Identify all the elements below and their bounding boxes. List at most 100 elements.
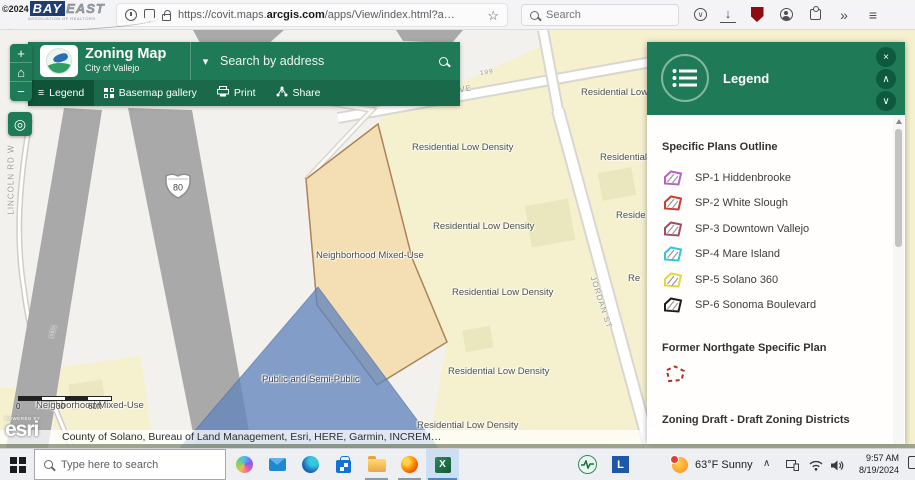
menu-icon[interactable]: ≡ [865,7,881,23]
more-tools-icon[interactable]: » [836,7,852,23]
zoom-controls: + ⌂ − [10,44,32,101]
legend-swatch-sp5 [662,271,684,289]
account-icon[interactable] [780,8,793,21]
pocket-icon[interactable]: ∨ [694,8,707,21]
bookmark-star-icon[interactable]: ☆ [487,9,499,22]
scale-tick: 60ft [88,402,101,411]
legend-close-button[interactable]: × [876,47,896,67]
map-attribution: County of Solano, Bureau of Land Managem… [0,430,660,444]
url-bar[interactable]: https://covit.maps.arcgis.com/apps/View/… [116,3,508,27]
legend-scrollbar[interactable] [893,115,904,444]
watermark-year: ©2024 [2,4,29,14]
taskbar-weather[interactable]: 63°F Sunny [672,449,753,480]
browser-search-input[interactable] [546,9,656,21]
toolbar-legend-button[interactable]: ≡ Legend [28,80,94,106]
app-subtitle: City of Vallejo [85,63,166,73]
toolbar-basemap-button[interactable]: Basemap gallery [94,80,207,106]
legend-panel: Legend × ∧ ∨ Specific Plans Outline SP-1… [647,42,905,444]
map-bottom-strip [0,444,915,448]
home-button[interactable]: ⌂ [10,63,32,82]
taskbar-search[interactable] [34,449,226,480]
legend-item: SP-4 Mare Island [662,242,887,268]
taskbar: L 63°F Sunny ∧ 9:57 AM 8/19/2024 1 [0,448,915,480]
zone-label: Residential [600,152,647,163]
downloads-icon[interactable]: ↓ [720,7,736,23]
legend-section-heading: Zoning Draft - Draft Zoning Districts [662,414,887,426]
svg-text:80: 80 [173,183,183,193]
address-search-button[interactable] [426,42,460,80]
url-text: https://covit.maps.arcgis.com/apps/View/… [178,9,480,21]
street-label-lincoln: LINCOLN RD W [7,144,16,214]
legend-swatch-sp2 [662,194,684,212]
tray-expand-icon[interactable]: ∧ [763,458,770,469]
system-tray: L 63°F Sunny ∧ 9:57 AM 8/19/2024 1 [560,449,915,480]
legend-section-heading: Former Northgate Specific Plan [662,342,887,354]
zone-label: Residential Low Density [433,221,534,232]
weather-sun-icon [672,457,688,473]
legend-swatch-sp4 [662,245,684,263]
legend-item: SP-5 Solano 360 [662,267,887,293]
legend-swatch-northgate [662,363,688,385]
toolbar-share-button[interactable]: Share [266,80,331,106]
extensions-icon[interactable] [810,9,821,20]
clock-time: 9:57 AM [843,452,899,464]
taskbar-mail-icon[interactable] [261,449,294,480]
watermark-east: EAST [66,1,105,16]
clock-date: 8/19/2024 [843,464,899,476]
app-toolbar: ≡ Legend Basemap gallery Print Share [28,80,460,106]
locate-button[interactable]: ◎ [8,112,32,136]
device-icon[interactable] [786,458,799,476]
screen: https://covit.maps.arcgis.com/apps/View/… [0,0,915,480]
taskbar-copilot-icon[interactable] [228,449,261,480]
scale-tick: 0 [16,402,20,411]
taskbar-search-input[interactable] [61,459,201,471]
legend-collapse-button[interactable]: ∧ [876,69,896,89]
address-search-input[interactable] [220,54,426,68]
toolbar-print-button[interactable]: Print [207,80,266,106]
watermark-bay: BAY [30,1,65,16]
share-icon [276,86,288,100]
address-search[interactable] [220,42,426,80]
wifi-icon[interactable] [809,458,823,476]
notifications-icon[interactable]: 1 [908,456,915,469]
zone-label: Neighborhood Mixed-Use [316,250,424,261]
browser-search-box[interactable] [521,4,679,26]
search-icon [530,11,539,20]
esri-logo: Powered by esri [5,416,41,439]
legend-item: SP-3 Downtown Vallejo [662,216,887,242]
taskbar-clock[interactable]: 9:57 AM 8/19/2024 [843,452,899,476]
legend-swatch-sp1 [662,169,684,187]
lock-icon [162,14,171,21]
taskbar-firefox-icon[interactable] [393,449,426,480]
search-options-dropdown[interactable]: ▾ [190,42,220,80]
tray-l-app-icon[interactable]: L [612,456,629,473]
app-title: Zoning Map [85,46,166,63]
browser-toolbar: https://covit.maps.arcgis.com/apps/View/… [0,0,915,30]
taskbar-explorer-icon[interactable] [360,449,393,480]
zone-label: Residential Low Density [448,366,549,377]
zone-label: Residential Low [581,87,648,98]
taskbar-excel-icon[interactable] [426,449,459,480]
tray-audio-app-icon[interactable] [578,455,597,474]
bayeast-watermark: ©2024 BAY EAST [2,1,105,16]
zone-label: Public and Semi-Public [262,374,360,385]
app-header-main: Zoning Map City of Vallejo ▾ [28,42,460,80]
map-canvas[interactable]: Residential Low Density Residential Low … [0,30,915,448]
printer-icon [217,86,229,100]
zone-label: Residential Low Density [412,142,513,153]
legend-item: SP-6 Sonoma Boulevard [662,293,887,319]
esri-wordmark: esri [5,421,41,439]
taskbar-store-icon[interactable] [327,449,360,480]
taskbar-edge-icon[interactable] [294,449,327,480]
legend-expand-button[interactable]: ∨ [876,91,896,111]
app-header: Zoning Map City of Vallejo ▾ ≡ Legend Ba… [28,42,460,106]
zoom-out-button[interactable]: − [10,82,32,101]
legend-title: Legend [723,71,769,86]
zoom-in-button[interactable]: + [10,44,32,63]
adblock-icon[interactable] [751,7,764,22]
interstate-80-shield: 80 [165,171,191,204]
start-button[interactable] [10,457,26,473]
legend-section-heading: Specific Plans Outline [662,115,887,153]
legend-swatch-sp3 [662,220,684,238]
legend-list-icon: ≡ [38,87,44,99]
